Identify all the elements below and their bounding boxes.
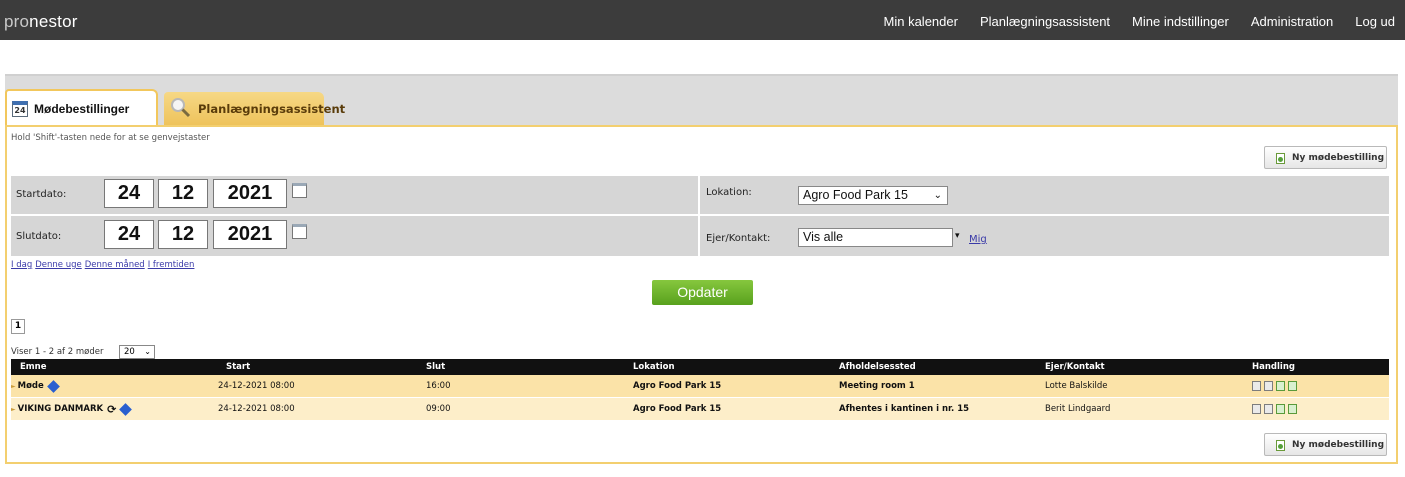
row-venue: Meeting room 1: [839, 381, 915, 391]
results-summary: Viser 1 - 2 af 2 møder: [11, 347, 104, 357]
owner-dropdown-arrow[interactable]: ▾: [955, 231, 960, 241]
chevron-down-icon: ⌄: [144, 347, 151, 356]
table-row[interactable]: ► VIKING DANMARK ⟳ 24-12-2021 08:00 09:00 …: [11, 398, 1389, 421]
nav-min-kalender[interactable]: Min kalender: [884, 14, 958, 29]
end-date-label: Slutdato:: [16, 231, 62, 242]
new-document-icon: [1276, 440, 1285, 451]
magnifier-icon: [171, 98, 191, 118]
logo[interactable]: pronestor: [4, 12, 78, 32]
tab-planlaegningsassistent[interactable]: Planlægningsassistent: [164, 92, 345, 126]
quick-link-future[interactable]: I fremtiden: [148, 260, 195, 270]
location-select[interactable]: Agro Food Park 15 ⌄: [798, 186, 948, 205]
export-icon[interactable]: [1288, 381, 1297, 391]
col-header-handling: Handling: [1252, 362, 1295, 372]
table-row[interactable]: ► Møde 24-12-2021 08:00 16:00 Agro Food P…: [11, 375, 1389, 398]
start-month-field[interactable]: 12: [158, 179, 208, 208]
bookings-table: Emne Start Slut Lokation Afholdelsessted…: [11, 359, 1389, 421]
col-header-start[interactable]: Start: [226, 359, 250, 375]
start-calendar-icon[interactable]: [292, 183, 307, 198]
export-icon[interactable]: [1288, 404, 1297, 414]
quick-link-this-month[interactable]: Denne måned: [85, 260, 145, 270]
row-location: Agro Food Park 15: [633, 404, 722, 414]
row-start: 24-12-2021 08:00: [218, 404, 295, 414]
expand-arrow-icon[interactable]: ►: [11, 383, 16, 390]
col-header-emne[interactable]: Emne: [20, 359, 46, 375]
end-calendar-icon[interactable]: [292, 224, 307, 239]
row-end: 09:00: [426, 404, 451, 414]
calendar-icon: 24: [12, 101, 28, 117]
edit-icon[interactable]: [1252, 404, 1261, 414]
end-year-field[interactable]: 2021: [213, 220, 287, 249]
col-header-ejer[interactable]: Ejer/Kontakt: [1045, 359, 1105, 375]
owner-input[interactable]: Vis alle: [798, 228, 953, 247]
nav-mine-indstillinger[interactable]: Mine indstillinger: [1132, 14, 1229, 29]
edit-icon[interactable]: [1252, 381, 1261, 391]
copy-icon[interactable]: [1276, 381, 1285, 391]
info-icon[interactable]: [46, 379, 60, 393]
row-subject[interactable]: VIKING DANMARK: [18, 404, 103, 414]
nav-log-ud[interactable]: Log ud: [1355, 14, 1395, 29]
location-label: Lokation:: [706, 187, 752, 198]
row-actions: [1252, 398, 1300, 420]
start-day-field[interactable]: 24: [104, 179, 154, 208]
update-button[interactable]: Opdater: [652, 280, 753, 305]
table-header: Emne Start Slut Lokation Afholdelsessted…: [11, 359, 1389, 375]
owner-me-link[interactable]: Mig: [969, 234, 987, 245]
recurring-icon: ⟳: [107, 402, 117, 416]
start-year-field[interactable]: 2021: [213, 179, 287, 208]
chevron-down-icon: ⌄: [933, 190, 942, 201]
new-booking-button-bottom[interactable]: Ny mødebestilling: [1264, 433, 1387, 456]
col-header-slut[interactable]: Slut: [426, 359, 445, 375]
shortcut-hint: Hold 'Shift'-tasten nede for at se genve…: [11, 133, 210, 143]
row-owner: Lotte Balskilde: [1045, 381, 1108, 391]
row-owner: Berit Lindgaard: [1045, 404, 1111, 414]
info-icon[interactable]: [119, 402, 133, 416]
copy-icon[interactable]: [1276, 404, 1285, 414]
row-start: 24-12-2021 08:00: [218, 381, 295, 391]
top-nav: Min kalender Planlægningsassistent Mine …: [884, 14, 1395, 29]
owner-label: Ejer/Kontakt:: [706, 233, 771, 244]
top-bar: pronestor Min kalender Planlægningsassis…: [0, 0, 1405, 40]
row-end: 16:00: [426, 381, 451, 391]
quick-link-this-week[interactable]: Denne uge: [35, 260, 82, 270]
row-actions: [1252, 375, 1300, 397]
start-date-label: Startdato:: [16, 189, 67, 200]
page-1-button[interactable]: 1: [11, 319, 25, 334]
tab-moedebestillinger[interactable]: 24 Mødebestillinger: [5, 89, 158, 127]
row-location: Agro Food Park 15: [633, 381, 722, 391]
end-day-field[interactable]: 24: [104, 220, 154, 249]
end-month-field[interactable]: 12: [158, 220, 208, 249]
nav-administration[interactable]: Administration: [1251, 14, 1333, 29]
nav-planlaegningsassistent[interactable]: Planlægningsassistent: [980, 14, 1110, 29]
delete-icon[interactable]: [1264, 381, 1273, 391]
quick-link-today[interactable]: I dag: [11, 260, 32, 270]
row-venue: Afhentes i kantinen i nr. 15: [839, 404, 970, 414]
expand-arrow-icon[interactable]: ►: [11, 406, 16, 413]
row-subject[interactable]: Møde: [18, 381, 44, 391]
col-header-afholdelsessted[interactable]: Afholdelsessted: [839, 359, 916, 375]
new-document-icon: [1276, 153, 1285, 164]
per-page-select[interactable]: 20 ⌄: [119, 345, 155, 359]
delete-icon[interactable]: [1264, 404, 1273, 414]
quick-date-links: I dag Denne uge Denne måned I fremtiden: [11, 260, 197, 270]
new-booking-button-top[interactable]: Ny mødebestilling: [1264, 146, 1387, 169]
col-header-lokation[interactable]: Lokation: [633, 359, 675, 375]
